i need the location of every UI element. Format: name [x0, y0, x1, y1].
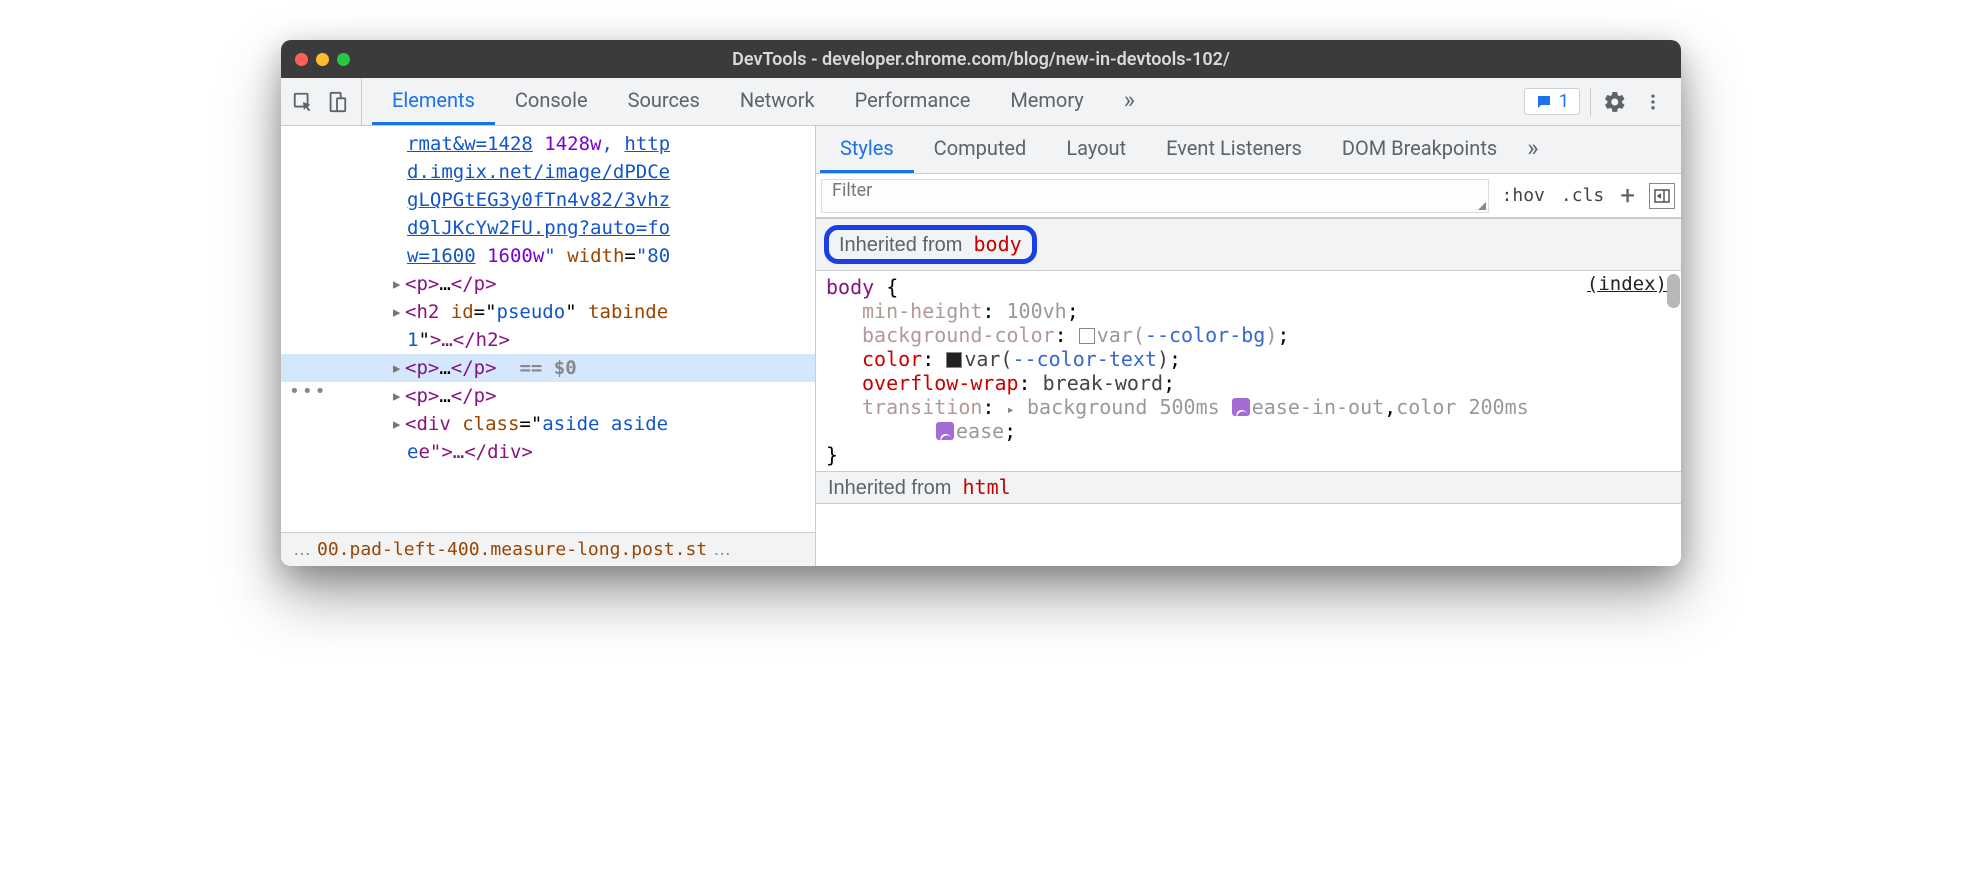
- device-toolbar-icon[interactable]: [323, 88, 351, 116]
- breadcrumb-overflow-left[interactable]: …: [287, 539, 317, 560]
- dom-node-h2-cont[interactable]: 1">…</h2>: [371, 326, 815, 354]
- dom-node-p[interactable]: ▸<p>…</p>: [371, 270, 815, 298]
- window-title: DevTools - developer.chrome.com/blog/new…: [281, 49, 1681, 70]
- tab-elements[interactable]: Elements: [372, 78, 495, 125]
- breadcrumb-path[interactable]: 00.pad-left-400.measure-long.post.st: [317, 539, 707, 560]
- css-declaration[interactable]: overflow-wrap: break-word;: [826, 371, 1671, 395]
- styles-rules: Inherited from body (index) body { min-h…: [816, 218, 1681, 566]
- toggle-cls-button[interactable]: .cls: [1553, 185, 1612, 206]
- dom-text-line[interactable]: rmat&w=1428 1428w, http: [371, 130, 815, 158]
- breadcrumb-overflow-right[interactable]: …: [707, 539, 737, 560]
- css-declaration[interactable]: color: var(--color-text);: [826, 347, 1671, 371]
- subtab-layout[interactable]: Layout: [1046, 126, 1146, 173]
- subtab-dom-breakpoints[interactable]: DOM Breakpoints: [1322, 126, 1517, 173]
- inspect-element-icon[interactable]: [289, 88, 317, 116]
- main-tabs: Elements Console Sources Network Perform…: [362, 78, 1518, 125]
- more-tabs-icon[interactable]: »: [1104, 78, 1155, 125]
- devtools-window: DevTools - developer.chrome.com/blog/new…: [281, 40, 1681, 566]
- tab-network[interactable]: Network: [720, 78, 835, 125]
- dom-node-p[interactable]: ▸<p>…</p>: [371, 382, 815, 410]
- css-declaration[interactable]: transition: ▸ background 500ms ease-in-o…: [826, 395, 1671, 419]
- css-declaration[interactable]: background-color: var(--color-bg);: [826, 323, 1671, 347]
- elements-dom-pane: ••• rmat&w=1428 1428w, http d.imgix.net/…: [281, 126, 816, 566]
- dom-text-line[interactable]: d.imgix.net/image/dPDCe: [371, 158, 815, 186]
- gutter-overflow-icon[interactable]: •••: [289, 378, 328, 406]
- subtab-computed[interactable]: Computed: [914, 126, 1047, 173]
- tab-console[interactable]: Console: [495, 78, 608, 125]
- color-swatch-icon[interactable]: [946, 352, 962, 368]
- inherited-from-header[interactable]: Inherited from body: [816, 218, 1681, 271]
- settings-icon[interactable]: [1601, 88, 1629, 116]
- styles-filter-input[interactable]: Filter: [821, 179, 1489, 213]
- inherited-source-element[interactable]: html: [963, 475, 1011, 499]
- window-controls: [295, 53, 350, 66]
- bezier-editor-icon[interactable]: [936, 422, 954, 440]
- dom-node-div-cont[interactable]: ee">…</div>: [371, 438, 815, 466]
- issues-button[interactable]: 1: [1524, 88, 1580, 115]
- css-declaration-cont[interactable]: ease;: [826, 419, 1671, 443]
- issues-count: 1: [1559, 91, 1569, 112]
- window-titlebar: DevTools - developer.chrome.com/blog/new…: [281, 40, 1681, 78]
- highlight-annotation: Inherited from body: [824, 225, 1037, 264]
- subtab-event-listeners[interactable]: Event Listeners: [1146, 126, 1322, 173]
- css-declaration[interactable]: min-height: 100vh;: [826, 299, 1671, 323]
- kebab-menu-icon[interactable]: [1639, 88, 1667, 116]
- inherited-source-element[interactable]: body: [974, 232, 1022, 256]
- dom-tree[interactable]: ••• rmat&w=1428 1428w, http d.imgix.net/…: [281, 126, 815, 532]
- dom-text-line[interactable]: d9lJKcYw2FU.png?auto=fo: [371, 214, 815, 242]
- styles-subtabs: Styles Computed Layout Event Listeners D…: [816, 126, 1681, 174]
- close-window-button[interactable]: [295, 53, 308, 66]
- styles-filter-bar: Filter :hov .cls +: [816, 174, 1681, 218]
- rule-selector[interactable]: body: [826, 275, 874, 299]
- toggle-hov-button[interactable]: :hov: [1494, 185, 1553, 206]
- dom-text-line[interactable]: w=1600 1600w" width="80: [371, 242, 815, 270]
- inherited-from-header[interactable]: Inherited from html: [816, 471, 1681, 504]
- dom-breadcrumb[interactable]: … 00.pad-left-400.measure-long.post.st …: [281, 532, 815, 566]
- css-rule[interactable]: (index) body { min-height: 100vh; backgr…: [816, 271, 1681, 471]
- dom-node-h2[interactable]: ▸<h2 id="pseudo" tabinde: [371, 298, 815, 326]
- styles-pane: Styles Computed Layout Event Listeners D…: [816, 126, 1681, 566]
- dom-node-selected[interactable]: ▸<p>…</p> == $0: [281, 354, 815, 382]
- subtab-styles[interactable]: Styles: [820, 126, 914, 173]
- rule-source-link[interactable]: (index): [1587, 273, 1667, 295]
- main-toolbar: Elements Console Sources Network Perform…: [281, 78, 1681, 126]
- tab-sources[interactable]: Sources: [608, 78, 720, 125]
- new-style-rule-button[interactable]: +: [1612, 181, 1643, 211]
- more-subtabs-icon[interactable]: »: [1517, 126, 1548, 173]
- tab-memory[interactable]: Memory: [990, 78, 1103, 125]
- zoom-window-button[interactable]: [337, 53, 350, 66]
- issues-icon: [1535, 93, 1553, 111]
- bezier-editor-icon[interactable]: [1232, 398, 1250, 416]
- toggle-sidebar-icon[interactable]: [1649, 183, 1675, 209]
- dom-node-div[interactable]: ▸<div class="aside aside: [371, 410, 815, 438]
- dom-text-line[interactable]: gLQPGtEG3y0fTn4v82/3vhz: [371, 186, 815, 214]
- tab-performance[interactable]: Performance: [835, 78, 991, 125]
- minimize-window-button[interactable]: [316, 53, 329, 66]
- color-swatch-icon[interactable]: [1079, 328, 1095, 344]
